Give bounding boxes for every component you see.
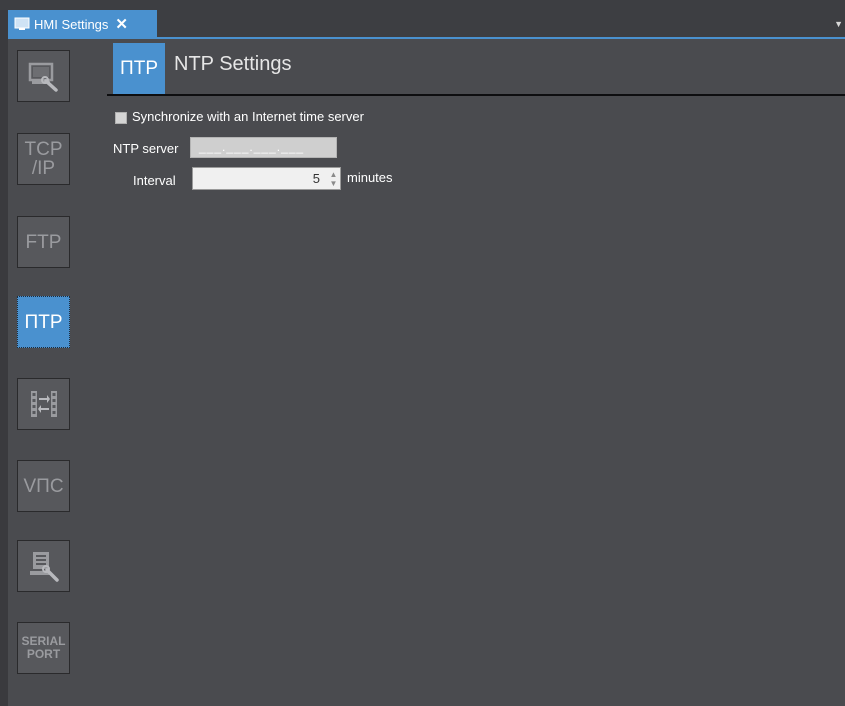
sync-internet-time-label: Synchronize with an Internet time server <box>132 109 364 124</box>
tcp-ip-icon-line1: TCP <box>24 139 63 160</box>
ntp-header-icon: ΠTP <box>113 43 165 94</box>
ntp-icon: ΠTP <box>24 311 63 333</box>
transfer-arrows-icon <box>30 391 57 417</box>
sidebar-item-hmi-device[interactable] <box>17 50 70 102</box>
header-divider <box>107 94 845 96</box>
sidebar-item-vnc[interactable]: VΠC <box>17 460 70 512</box>
monitor-wrench-icon <box>28 62 58 92</box>
sync-internet-time-checkbox[interactable] <box>115 112 127 124</box>
ftp-icon: FTP <box>25 231 62 253</box>
tcp-ip-icon: TCP /IP <box>25 140 63 178</box>
stepper-down-icon[interactable]: ▼ <box>330 179 338 188</box>
sidebar-item-remote-maintenance[interactable] <box>17 540 70 592</box>
computer-wrench-icon <box>29 552 59 582</box>
stepper-up-icon[interactable]: ▲ <box>330 170 338 179</box>
ntp-server-field[interactable]: ___.___.___.___ <box>190 137 337 158</box>
interval-label: Interval <box>133 173 176 188</box>
tab-label: HMI Settings <box>34 16 109 32</box>
sidebar-item-ftp[interactable]: FTP <box>17 216 70 268</box>
serial-port-line2: PORT <box>26 647 61 661</box>
sidebar-item-serial-port[interactable]: SERIAL PORT <box>17 622 70 674</box>
monitor-icon <box>14 17 30 30</box>
tcp-ip-icon-line2: /IP <box>31 158 56 179</box>
vnc-icon: VΠC <box>23 475 64 497</box>
sidebar-item-ntp[interactable]: ΠTP <box>17 296 70 348</box>
sidebar-item-transfer[interactable] <box>17 378 70 430</box>
sidebar-item-tcp-ip[interactable]: TCP /IP <box>17 133 70 185</box>
close-icon[interactable]: ✕ <box>115 15 128 33</box>
ntp-icon: ΠTP <box>120 57 158 79</box>
window-top-border <box>0 0 845 10</box>
tab-hmi-settings[interactable]: HMI Settings ✕ <box>8 10 157 38</box>
interval-unit-label: minutes <box>347 170 393 185</box>
tab-bar: HMI Settings ✕ ▼ <box>8 10 845 39</box>
chevron-down-icon[interactable]: ▼ <box>834 19 843 29</box>
interval-stepper[interactable]: ▲ ▼ <box>327 168 340 189</box>
page-title: NTP Settings <box>174 53 292 75</box>
ntp-server-label: NTP server <box>113 141 179 156</box>
interval-field[interactable]: 5 <box>192 167 341 190</box>
serial-port-icon: SERIAL PORT <box>21 635 65 661</box>
window-left-border <box>0 10 8 706</box>
